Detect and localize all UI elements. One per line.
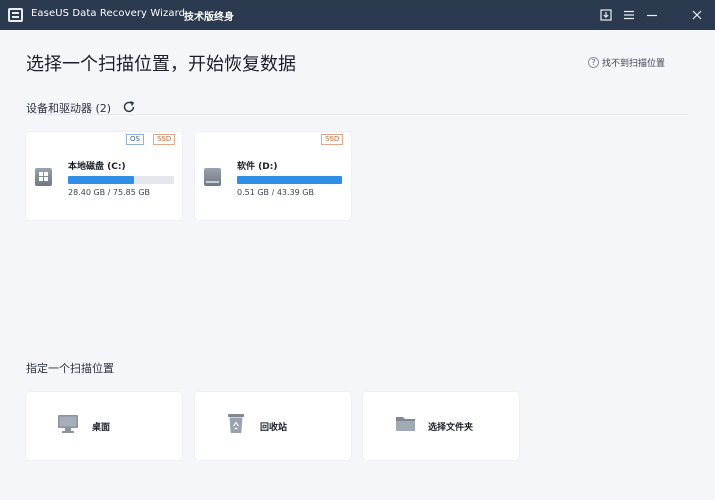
menu-icon[interactable] [620,6,638,24]
drive-size: 28.40 GB / 75.85 GB [68,188,151,197]
help-link-label: 找不到扫描位置 [602,59,666,69]
os-tag: OS [126,134,144,145]
close-icon[interactable] [688,6,706,24]
drive-usage-bar [237,176,342,184]
app-logo-icon [8,8,23,22]
recycle-bin-icon [228,414,244,433]
desktop-icon [58,415,78,433]
download-icon[interactable] [597,6,615,24]
drive-size: 0.51 GB / 43.39 GB [237,188,314,197]
main-panel: 选择一个扫描位置，开始恢复数据 ? 找不到扫描位置 设备和驱动器 (2) OS … [0,30,715,500]
location-label: 回收站 [260,423,288,433]
help-link[interactable]: ? 找不到扫描位置 [588,56,665,69]
drive-usage-bar [68,176,174,184]
locations-section-label: 指定一个扫描位置 [26,362,114,375]
title-bar: EaseUS Data Recovery Wizard 技术版终身 [0,0,715,30]
ssd-tag: SSD [321,134,344,145]
drive-name: 软件 (D:) [237,162,278,172]
app-edition: 技术版终身 [184,12,234,23]
hard-drive-icon [204,168,221,186]
page-title: 选择一个扫描位置，开始恢复数据 [26,54,296,75]
section-divider [26,114,688,115]
minimize-icon[interactable] [643,6,661,24]
drive-usage-fill [68,176,134,184]
drive-name: 本地磁盘 (C:) [68,162,126,172]
app-title: EaseUS Data Recovery Wizard [31,8,186,19]
windows-drive-icon [35,168,52,186]
help-icon: ? [588,57,599,68]
refresh-icon[interactable] [122,100,136,114]
location-label: 桌面 [92,423,111,433]
drive-usage-fill [237,176,342,184]
ssd-tag: SSD [153,134,176,145]
location-label: 选择文件夹 [428,423,474,433]
folder-icon [396,417,415,431]
